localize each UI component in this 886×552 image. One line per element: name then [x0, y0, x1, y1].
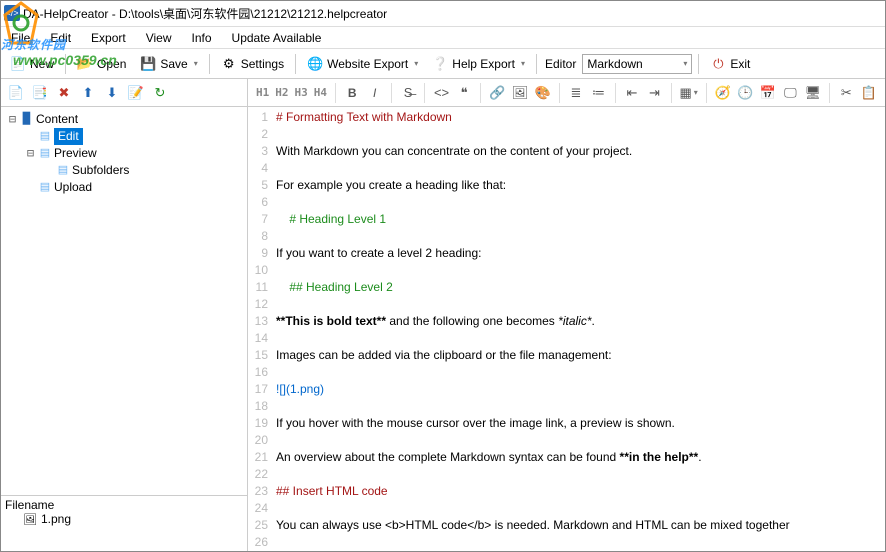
editor-toolbar: H1 H2 H3 H4 B I S̶ <> ❝ 🔗 🖼 🎨 ≣ ≔ ⇤ ⇥ ▦▾… — [248, 79, 885, 106]
new-button[interactable]: 📄 New — [5, 53, 59, 75]
page-icon: ▤ — [56, 164, 70, 178]
menu-info[interactable]: Info — [182, 31, 222, 45]
move-down-icon[interactable]: ⬇ — [103, 85, 121, 101]
h4-button[interactable]: H4 — [314, 86, 327, 99]
bold-icon[interactable]: B — [344, 84, 361, 102]
main-toolbar: 📄 New 📂 Open 💾 Save▾ ⚙ Settings 🌐 Websit… — [1, 49, 885, 79]
move-up-icon[interactable]: ⬆ — [79, 85, 97, 101]
menu-edit[interactable]: Edit — [40, 31, 81, 45]
help-export-button[interactable]: ❔ Help Export▾ — [427, 53, 530, 75]
list-ul-icon[interactable]: ≣ — [568, 84, 585, 102]
separator — [209, 54, 210, 74]
quote-icon[interactable]: ❝ — [456, 84, 473, 102]
menu-view[interactable]: View — [136, 31, 182, 45]
tree-preview[interactable]: ⊟ ▤ Preview — [25, 145, 245, 162]
delete-page-icon[interactable]: ✖ — [55, 85, 73, 101]
separator — [65, 54, 66, 74]
h1-button[interactable]: H1 — [256, 86, 269, 99]
content-tree[interactable]: ⊟ ▉ Content ▤ Edit ⊟ ▤ Preview — [1, 107, 247, 495]
settings-button[interactable]: ⚙ Settings — [216, 53, 289, 75]
code-area[interactable]: # Formatting Text with MarkdownWith Mark… — [272, 107, 885, 551]
page-icon: ▤ — [38, 130, 52, 144]
exit-icon: ⏻ — [710, 56, 726, 72]
main-area: ⊟ ▉ Content ▤ Edit ⊟ ▤ Preview — [1, 107, 885, 551]
menu-export[interactable]: Export — [81, 31, 136, 45]
preview-icon[interactable]: 🖵 — [782, 84, 799, 102]
file-item[interactable]: 🖼 1.png — [5, 512, 243, 526]
save-icon: 💾 — [140, 56, 156, 72]
monitor-icon[interactable]: 🖥 — [805, 84, 822, 102]
add-page-icon[interactable]: 📄 — [7, 85, 25, 101]
window-title: DA-HelpCreator - D:\tools\桌面\河东软件园\21212… — [23, 7, 387, 21]
gear-icon: ⚙ — [221, 56, 237, 72]
tree-subfolders[interactable]: ▤ Subfolders — [43, 162, 245, 179]
copy-page-icon[interactable]: 📑 — [31, 85, 49, 101]
codeblock-icon[interactable]: <> — [433, 84, 450, 102]
page-props-icon[interactable]: 📝 — [127, 85, 145, 101]
line-gutter: 1234567891011121314151617181920212223242… — [248, 107, 272, 551]
exit-button[interactable]: ⏻ Exit — [705, 53, 755, 75]
cut-icon[interactable]: ✂ — [838, 84, 855, 102]
open-button[interactable]: 📂 Open — [72, 53, 131, 75]
editor-label: Editor — [545, 57, 576, 71]
refresh-icon[interactable]: ↻ — [151, 85, 169, 101]
page-icon: ▤ — [38, 147, 52, 161]
image-icon[interactable]: 🖼 — [512, 84, 529, 102]
list-ol-icon[interactable]: ≔ — [590, 84, 607, 102]
left-panel: ⊟ ▉ Content ▤ Edit ⊟ ▤ Preview — [1, 107, 248, 551]
save-button[interactable]: 💾 Save▾ — [135, 53, 202, 75]
h3-button[interactable]: H3 — [295, 86, 308, 99]
tree-toolbar: 📄 📑 ✖ ⬆ ⬇ 📝 ↻ — [1, 79, 248, 106]
italic-icon[interactable]: I — [366, 84, 383, 102]
calendar-icon[interactable]: 📅 — [760, 84, 777, 102]
collapse-icon[interactable]: ⊟ — [7, 111, 18, 128]
menubar: File Edit Export View Info Update Availa… — [1, 27, 885, 49]
table-icon[interactable]: ▦▾ — [680, 84, 698, 102]
website-export-button[interactable]: 🌐 Website Export▾ — [302, 53, 423, 75]
copy-icon[interactable]: 📋 — [861, 84, 878, 102]
color-icon[interactable]: 🎨 — [534, 84, 551, 102]
collapse-icon[interactable]: ⊟ — [25, 145, 36, 162]
tree-root[interactable]: ⊟ ▉ Content — [7, 111, 245, 128]
h2-button[interactable]: H2 — [275, 86, 288, 99]
book-icon: ▉ — [20, 113, 34, 127]
strike-icon[interactable]: S̶ — [400, 84, 417, 102]
tree-edit[interactable]: ▤ Edit — [25, 128, 245, 145]
separator — [295, 54, 296, 74]
menu-file[interactable]: File — [1, 31, 40, 45]
separator — [536, 54, 537, 74]
titlebar: </> DA-HelpCreator - D:\tools\桌面\河东软件园\2… — [1, 1, 885, 27]
separator — [698, 54, 699, 74]
app-icon: </> — [4, 5, 20, 21]
menu-update[interactable]: Update Available — [222, 31, 332, 45]
link-icon[interactable]: 🔗 — [489, 84, 506, 102]
indent-icon[interactable]: ⇥ — [646, 84, 663, 102]
image-file-icon: 🖼 — [23, 512, 37, 526]
tree-upload[interactable]: ▤ Upload — [25, 179, 245, 196]
open-icon: 📂 — [77, 56, 93, 72]
secondary-toolbar-row: 📄 📑 ✖ ⬆ ⬇ 📝 ↻ H1 H2 H3 H4 B I S̶ <> ❝ 🔗 … — [1, 79, 885, 107]
compass-icon[interactable]: 🧭 — [715, 84, 732, 102]
code-editor[interactable]: 1234567891011121314151617181920212223242… — [248, 107, 885, 551]
new-icon: 📄 — [10, 56, 26, 72]
filename-panel: Filename 🖼 1.png — [1, 495, 247, 551]
help-book-icon: ❔ — [432, 56, 448, 72]
outdent-icon[interactable]: ⇤ — [624, 84, 641, 102]
globe-icon: 🌐 — [307, 56, 323, 72]
filename-label: Filename — [5, 498, 243, 512]
clock-icon[interactable]: 🕒 — [737, 84, 754, 102]
page-icon: ▤ — [38, 181, 52, 195]
editor-combo[interactable]: Markdown▾ — [582, 54, 692, 74]
